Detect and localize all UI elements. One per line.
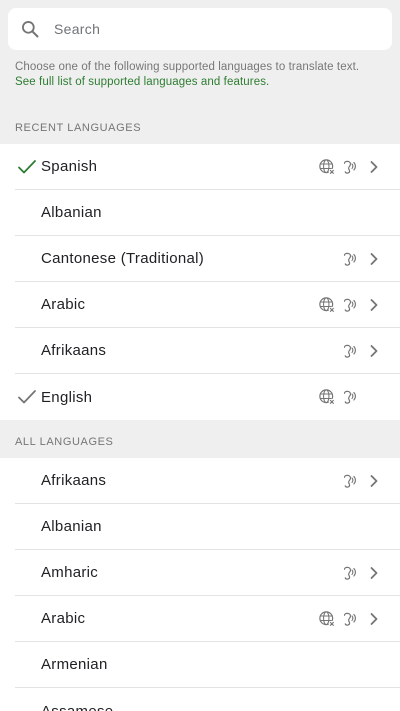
all-languages-list: Afrikaans Albanian Amharic Arabic Armenian As… xyxy=(0,458,400,711)
language-label: Amharic xyxy=(41,564,99,581)
info-text: Choose one of the following supported la… xyxy=(15,61,360,73)
supported-languages-link[interactable]: See full list of supported languages and… xyxy=(15,75,390,90)
language-row[interactable]: Spanish xyxy=(15,144,400,190)
feature-icons xyxy=(300,328,380,374)
language-label: Arabic xyxy=(41,610,86,627)
language-label: Afrikaans xyxy=(41,342,107,359)
language-label: Spanish xyxy=(41,158,98,175)
feature-icons xyxy=(300,458,380,504)
conversation-speaker-icon xyxy=(343,298,356,312)
language-label: English xyxy=(41,388,93,406)
language-row[interactable]: Armenian xyxy=(15,642,400,688)
offline-globe-icon xyxy=(319,297,336,314)
chevron-right-icon[interactable] xyxy=(368,343,380,359)
language-label: Cantonese (Traditional) xyxy=(41,250,205,267)
chevron-right-icon[interactable] xyxy=(368,565,380,581)
feature-icons xyxy=(300,688,380,711)
feature-icons xyxy=(300,550,380,596)
feature-icons xyxy=(300,190,380,236)
language-row[interactable]: Arabic xyxy=(15,282,400,328)
feature-icons xyxy=(300,236,380,282)
search-input[interactable] xyxy=(54,21,354,37)
conversation-speaker-icon xyxy=(343,252,356,266)
chevron-right-icon[interactable] xyxy=(368,251,380,267)
language-label: Albanian xyxy=(41,518,102,535)
feature-icons xyxy=(300,374,380,420)
feature-icons xyxy=(300,144,380,190)
language-row[interactable]: Afrikaans xyxy=(15,328,400,374)
feature-icons xyxy=(300,282,380,328)
section-header-all: ALL LANGUAGES xyxy=(15,436,114,448)
language-row[interactable]: Albanian xyxy=(15,504,400,550)
language-row[interactable]: Assamese xyxy=(15,688,400,711)
conversation-speaker-icon xyxy=(343,474,356,488)
chevron-right-icon[interactable] xyxy=(368,159,380,175)
offline-globe-icon xyxy=(319,611,336,628)
checkmark-icon xyxy=(18,160,36,174)
language-row[interactable]: Albanian xyxy=(15,190,400,236)
language-row[interactable]: Amharic xyxy=(15,550,400,596)
feature-icons xyxy=(300,642,380,688)
offline-globe-icon xyxy=(319,389,336,406)
language-row[interactable]: English xyxy=(15,374,400,420)
search-bar[interactable] xyxy=(8,8,392,50)
section-header-recent: RECENT LANGUAGES xyxy=(15,122,142,134)
conversation-speaker-icon xyxy=(343,344,356,358)
search-box[interactable] xyxy=(8,8,392,50)
info-block: Choose one of the following supported la… xyxy=(15,60,390,90)
conversation-speaker-icon xyxy=(343,160,356,174)
feature-icons xyxy=(300,596,380,642)
language-row[interactable]: Cantonese (Traditional) xyxy=(15,236,400,282)
language-row[interactable]: Afrikaans xyxy=(15,458,400,504)
conversation-speaker-icon xyxy=(343,566,356,580)
language-label: Afrikaans xyxy=(41,472,107,489)
chevron-right-icon[interactable] xyxy=(368,473,380,489)
language-label: Assamese xyxy=(41,702,114,711)
chevron-right-icon[interactable] xyxy=(368,297,380,313)
checkmark-icon xyxy=(18,390,36,404)
search-icon xyxy=(22,21,39,38)
chevron-right-icon[interactable] xyxy=(368,611,380,627)
language-label: Albanian xyxy=(41,204,102,221)
language-row[interactable]: Arabic xyxy=(15,596,400,642)
offline-globe-icon xyxy=(319,159,336,176)
feature-icons xyxy=(300,504,380,550)
language-label: Arabic xyxy=(41,296,86,313)
recent-languages-list: Spanish Albanian Cantonese (Traditional) Ar… xyxy=(0,144,400,420)
language-label: Armenian xyxy=(41,656,108,673)
conversation-speaker-icon xyxy=(343,390,356,404)
conversation-speaker-icon xyxy=(343,612,356,626)
